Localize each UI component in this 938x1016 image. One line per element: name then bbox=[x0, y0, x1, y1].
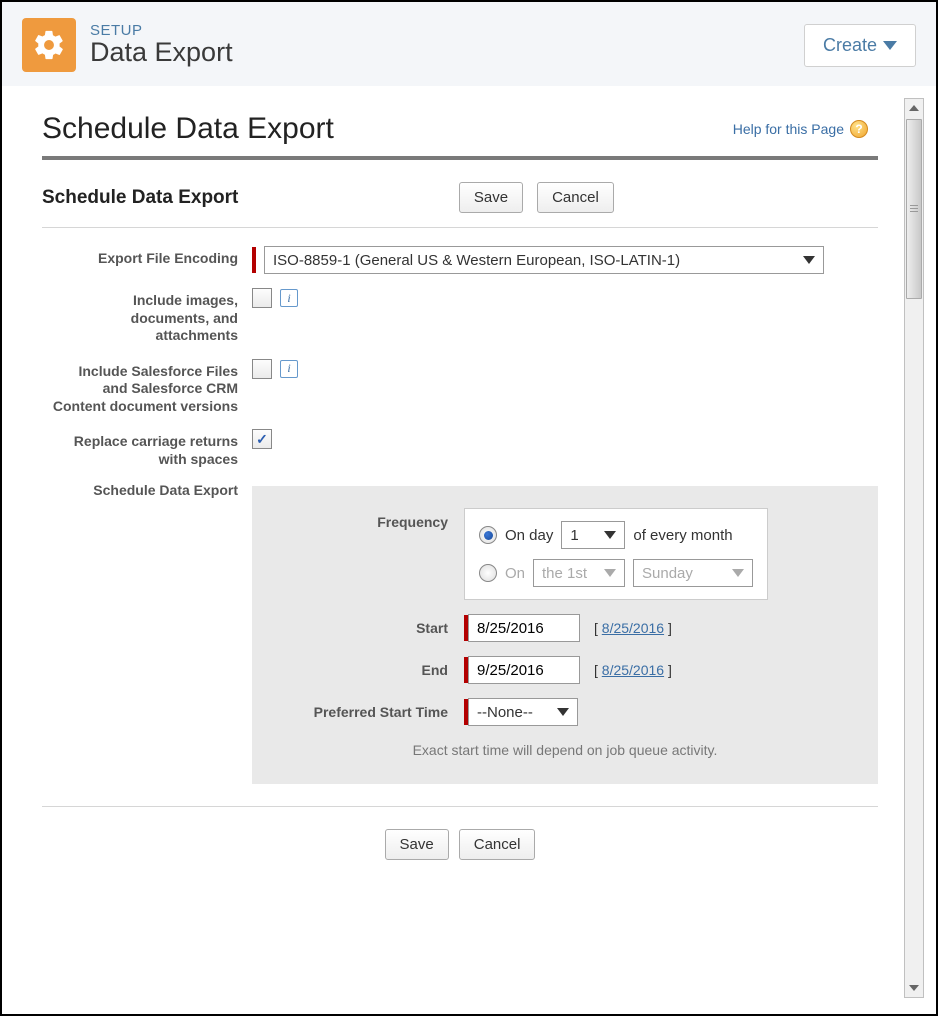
save-button-bottom[interactable]: Save bbox=[385, 829, 449, 860]
section-title: Schedule Data Export bbox=[42, 187, 238, 209]
scroll-down-arrow-icon[interactable] bbox=[905, 979, 923, 997]
info-icon[interactable]: i bbox=[280, 289, 298, 307]
gear-icon bbox=[32, 28, 66, 62]
day-select[interactable]: 1 bbox=[561, 521, 625, 549]
freq-option-day-of-month: On day 1 of every month bbox=[479, 521, 753, 549]
chevron-down-icon bbox=[883, 41, 897, 50]
row-encoding: Export File Encoding ISO-8859-1 (General… bbox=[52, 246, 878, 274]
create-button-label: Create bbox=[823, 35, 877, 56]
vertical-scrollbar[interactable] bbox=[904, 98, 924, 998]
label-schedule: Schedule Data Export bbox=[52, 482, 252, 500]
save-button-top[interactable]: Save bbox=[459, 182, 523, 213]
schedule-panel: Frequency On day 1 bbox=[252, 486, 878, 784]
app-window: SETUP Data Export Create Schedule Data E… bbox=[0, 0, 938, 1016]
label-pref-time: Preferred Start Time bbox=[274, 704, 464, 720]
title-row: Schedule Data Export Help for this Page … bbox=[42, 112, 878, 146]
help-icon: ? bbox=[850, 120, 868, 138]
scroll-thumb[interactable] bbox=[906, 119, 922, 299]
row-pref-time: Preferred Start Time --None-- bbox=[274, 698, 856, 726]
freq-option-weekday: On the 1st Sunday bbox=[479, 559, 753, 587]
weekday-select[interactable]: Sunday bbox=[633, 559, 753, 587]
start-date-input[interactable] bbox=[468, 614, 580, 642]
page-title: Schedule Data Export bbox=[42, 112, 334, 146]
chevron-down-icon bbox=[803, 256, 815, 264]
cancel-button-top[interactable]: Cancel bbox=[537, 182, 614, 213]
section-divider bbox=[42, 227, 878, 228]
setup-icon-block bbox=[22, 18, 76, 72]
end-quick: [ 8/25/2016 ] bbox=[594, 662, 672, 678]
start-quick-link[interactable]: 8/25/2016 bbox=[602, 620, 664, 636]
schedule-note: Exact start time will depend on job queu… bbox=[274, 742, 856, 758]
form: Export File Encoding ISO-8859-1 (General… bbox=[42, 246, 878, 784]
label-replace-cr: Replace carriage returns with spaces bbox=[52, 429, 252, 468]
label-encoding: Export File Encoding bbox=[52, 246, 252, 268]
content-inner: Schedule Data Export Help for this Page … bbox=[42, 112, 900, 868]
bottom-buttons: Save Cancel bbox=[42, 806, 878, 868]
checkbox-include-files[interactable] bbox=[252, 359, 272, 379]
help-link-label: Help for this Page bbox=[733, 121, 844, 137]
on-prefix: On bbox=[505, 565, 525, 582]
label-frequency: Frequency bbox=[274, 508, 464, 530]
radio-on-weekday[interactable] bbox=[479, 564, 497, 582]
ordinal-value: the 1st bbox=[542, 565, 587, 582]
page-header: SETUP Data Export Create bbox=[2, 2, 936, 86]
label-include-files: Include Salesforce Files and Salesforce … bbox=[52, 359, 252, 416]
ordinal-select[interactable]: the 1st bbox=[533, 559, 625, 587]
chevron-down-icon bbox=[557, 708, 569, 716]
label-start: Start bbox=[274, 620, 464, 636]
chevron-down-icon bbox=[732, 569, 744, 577]
info-icon[interactable]: i bbox=[280, 360, 298, 378]
end-date-input[interactable] bbox=[468, 656, 580, 684]
cancel-button-bottom[interactable]: Cancel bbox=[459, 829, 536, 860]
weekday-value: Sunday bbox=[642, 565, 693, 582]
chevron-down-icon bbox=[604, 569, 616, 577]
pref-time-select[interactable]: --None-- bbox=[468, 698, 578, 726]
pref-time-value: --None-- bbox=[477, 704, 533, 721]
frequency-box: On day 1 of every month bbox=[464, 508, 768, 600]
header-titles: SETUP Data Export bbox=[90, 22, 804, 68]
chevron-down-icon bbox=[604, 531, 616, 539]
body-region: Schedule Data Export Help for this Page … bbox=[2, 86, 936, 1010]
content-area: Schedule Data Export Help for this Page … bbox=[18, 98, 924, 998]
create-button[interactable]: Create bbox=[804, 24, 916, 67]
day-value: 1 bbox=[570, 527, 578, 544]
scroll-container: Schedule Data Export Help for this Page … bbox=[18, 98, 924, 998]
row-schedule: Schedule Data Export Frequency On day bbox=[52, 482, 878, 784]
on-day-prefix: On day bbox=[505, 527, 553, 544]
row-replace-cr: Replace carriage returns with spaces bbox=[52, 429, 878, 468]
row-start: Start [ 8/25/2016 ] bbox=[274, 614, 856, 642]
row-include-images: Include images, documents, and attachmen… bbox=[52, 288, 878, 345]
title-divider bbox=[42, 156, 878, 160]
on-day-suffix: of every month bbox=[633, 527, 732, 544]
start-quick: [ 8/25/2016 ] bbox=[594, 620, 672, 636]
row-include-files: Include Salesforce Files and Salesforce … bbox=[52, 359, 878, 416]
row-end: End [ 8/25/2016 ] bbox=[274, 656, 856, 684]
scroll-up-arrow-icon[interactable] bbox=[905, 99, 923, 117]
checkbox-replace-cr[interactable] bbox=[252, 429, 272, 449]
label-include-images: Include images, documents, and attachmen… bbox=[52, 288, 252, 345]
encoding-select[interactable]: ISO-8859-1 (General US & Western Europea… bbox=[264, 246, 824, 274]
required-marker bbox=[252, 247, 256, 273]
encoding-value: ISO-8859-1 (General US & Western Europea… bbox=[273, 252, 680, 269]
radio-on-day[interactable] bbox=[479, 526, 497, 544]
help-link[interactable]: Help for this Page ? bbox=[733, 120, 868, 138]
row-frequency: Frequency On day 1 bbox=[274, 508, 856, 600]
section-header: Schedule Data Export Save Cancel bbox=[42, 178, 878, 227]
header-page-name: Data Export bbox=[90, 37, 804, 68]
label-end: End bbox=[274, 662, 464, 678]
end-quick-link[interactable]: 8/25/2016 bbox=[602, 662, 664, 678]
checkbox-include-images[interactable] bbox=[252, 288, 272, 308]
